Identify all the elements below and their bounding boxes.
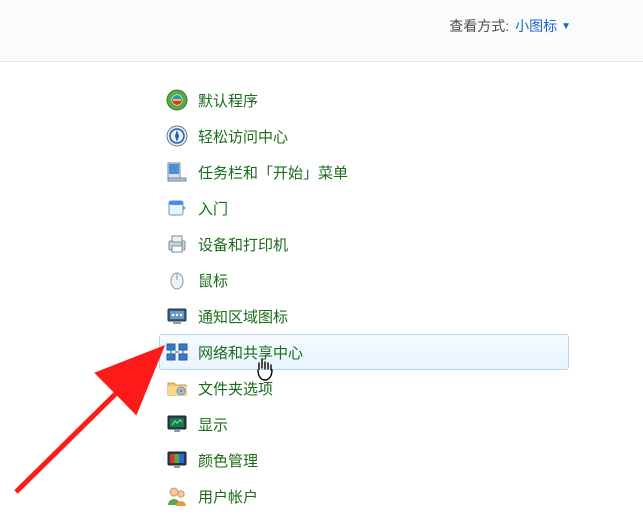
ease-of-access-icon (166, 125, 188, 147)
item-label: 入门 (198, 198, 228, 219)
item-folder-options[interactable]: 文件夹选项 (159, 370, 569, 406)
item-taskbar-start[interactable]: 任务栏和「开始」菜单 (159, 154, 569, 190)
mouse-icon (166, 269, 188, 291)
item-ease-of-access[interactable]: 轻松访问中心 (159, 118, 569, 154)
default-programs-icon (166, 89, 188, 111)
chevron-down-icon: ▼ (561, 21, 571, 32)
item-label: 网络和共享中心 (198, 342, 303, 363)
item-display[interactable]: 显示 (159, 406, 569, 442)
item-network-sharing[interactable]: 网络和共享中心 (159, 334, 569, 370)
network-sharing-icon (166, 341, 188, 363)
view-mode-value: 小图标 (515, 16, 557, 36)
item-devices-printers[interactable]: 设备和打印机 (159, 226, 569, 262)
user-accounts-icon (166, 485, 188, 507)
view-mode-label: 查看方式: (449, 16, 509, 36)
item-label: 轻松访问中心 (198, 126, 288, 147)
view-mode-dropdown[interactable]: 小图标 ▼ (515, 16, 571, 36)
devices-printers-icon (166, 233, 188, 255)
item-label: 颜色管理 (198, 450, 258, 471)
item-notification-icons[interactable]: 通知区域图标 (159, 298, 569, 334)
display-icon (166, 413, 188, 435)
item-color-management[interactable]: 颜色管理 (159, 442, 569, 478)
item-getting-started[interactable]: 入门 (159, 190, 569, 226)
folder-options-icon (166, 377, 188, 399)
item-label: 用户帐户 (198, 486, 258, 507)
notification-icons-icon (166, 305, 188, 327)
color-management-icon (166, 449, 188, 471)
item-label: 任务栏和「开始」菜单 (198, 162, 348, 183)
item-label: 鼠标 (198, 270, 228, 291)
item-label: 显示 (198, 414, 228, 435)
item-label: 文件夹选项 (198, 378, 273, 399)
item-label: 通知区域图标 (198, 306, 288, 327)
taskbar-start-icon (166, 161, 188, 183)
item-label: 设备和打印机 (198, 234, 288, 255)
annotation-arrow-icon (8, 340, 178, 500)
item-default-programs[interactable]: 默认程序 (159, 82, 569, 118)
item-user-accounts[interactable]: 用户帐户 (159, 478, 569, 514)
control-panel-item-list: 默认程序 轻松访问中心 任务栏和「开始」菜单 (159, 82, 569, 514)
view-mode-bar: 查看方式: 小图标 ▼ (0, 0, 643, 62)
getting-started-icon (166, 197, 188, 219)
item-mouse[interactable]: 鼠标 (159, 262, 569, 298)
item-label: 默认程序 (198, 90, 258, 111)
